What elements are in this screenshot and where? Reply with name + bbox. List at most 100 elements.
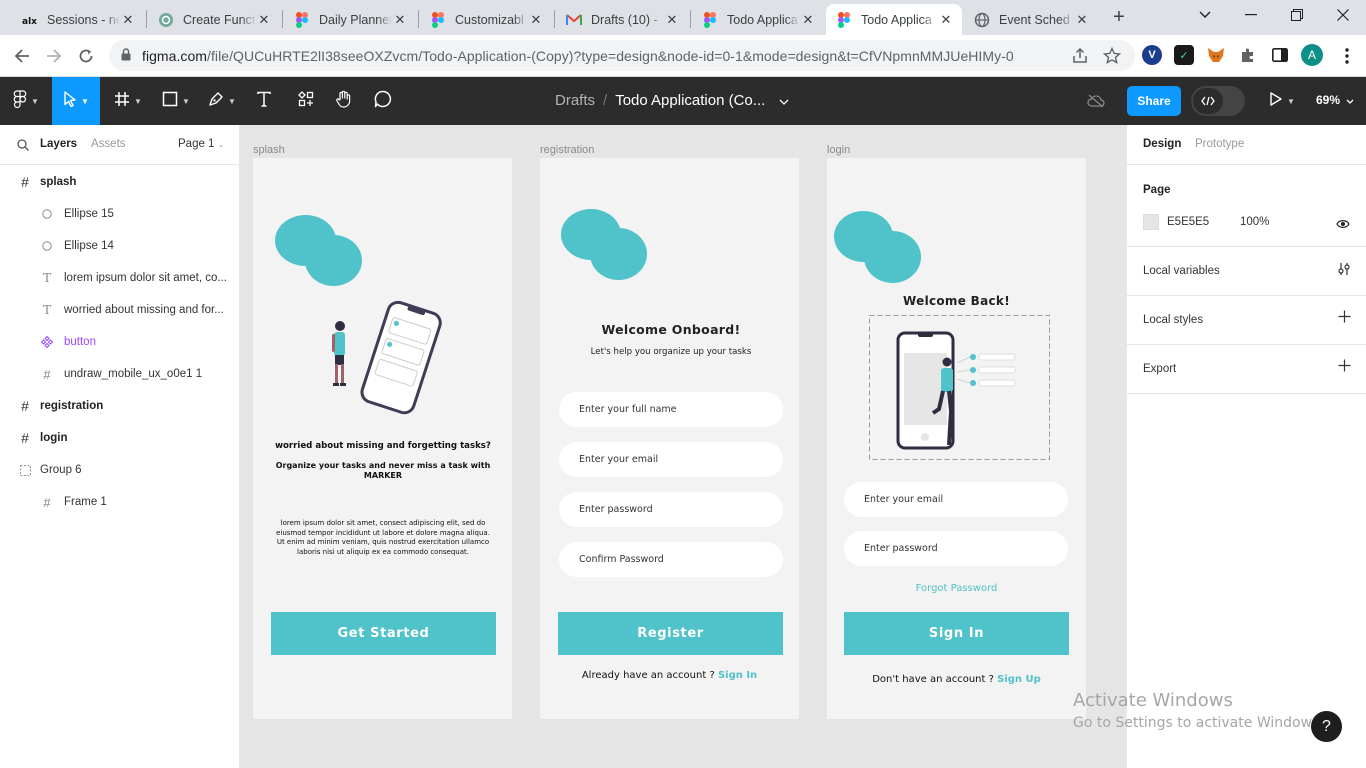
- move-tool-button[interactable]: ▼: [52, 77, 100, 125]
- confirm-password-field[interactable]: Confirm Password: [559, 542, 783, 577]
- register-button[interactable]: Register: [558, 612, 783, 655]
- full-name-field[interactable]: Enter your full name: [559, 392, 783, 427]
- bookmark-star-icon[interactable]: [1102, 46, 1122, 65]
- plus-icon[interactable]: [1338, 310, 1351, 328]
- close-window-icon[interactable]: [1320, 0, 1366, 30]
- login-title[interactable]: Welcome Back!: [827, 294, 1086, 308]
- layer-row-frame-1[interactable]: # Frame 1: [0, 486, 240, 518]
- registration-title[interactable]: Welcome Onboard!: [540, 322, 802, 337]
- layer-row-worried-text[interactable]: T worried about missing and for...: [0, 294, 240, 326]
- layer-row-ellipse-14[interactable]: Ellipse 14: [0, 230, 240, 262]
- browser-tab[interactable]: alx Sessions - ne ✕: [12, 4, 144, 35]
- pen-tool-button[interactable]: ▼: [202, 77, 242, 125]
- layer-row-ellipse-15[interactable]: Ellipse 15: [0, 198, 240, 230]
- close-icon[interactable]: ✕: [664, 12, 680, 28]
- ellipse-blob[interactable]: [590, 228, 647, 280]
- reload-icon[interactable]: [73, 43, 99, 69]
- browser-tab[interactable]: Drafts (10) - ✕: [556, 4, 688, 35]
- close-icon[interactable]: ✕: [120, 12, 136, 28]
- local-styles-section[interactable]: Local styles: [1127, 296, 1366, 345]
- ellipse-blob[interactable]: [864, 231, 921, 283]
- green-extension-icon[interactable]: ✓: [1174, 45, 1194, 65]
- search-icon[interactable]: [17, 138, 29, 156]
- frame-tool-button[interactable]: ▼: [108, 77, 148, 125]
- browser-tab[interactable]: Customizabl ✕: [420, 4, 552, 35]
- layer-row-login[interactable]: # login: [0, 422, 240, 454]
- metamask-fox-icon[interactable]: [1206, 45, 1226, 65]
- sliders-icon[interactable]: [1337, 262, 1351, 281]
- plus-icon[interactable]: [1338, 359, 1351, 377]
- tab-prototype[interactable]: Prototype: [1195, 138, 1244, 150]
- close-icon[interactable]: ✕: [256, 12, 272, 28]
- close-icon[interactable]: ✕: [938, 12, 954, 28]
- minimize-icon[interactable]: [1228, 0, 1274, 30]
- ellipse-14[interactable]: [305, 235, 362, 286]
- extensions-puzzle-icon[interactable]: [1238, 45, 1258, 65]
- browser-menu-icon[interactable]: [1334, 43, 1360, 69]
- chevron-down-icon[interactable]: [779, 92, 789, 109]
- back-icon[interactable]: [9, 43, 35, 69]
- design-canvas[interactable]: splash worried about missing and forgett: [240, 125, 1126, 768]
- layer-row-group-6[interactable]: Group 6: [0, 454, 240, 486]
- mobile-ux-illustration[interactable]: [313, 300, 447, 424]
- layer-row-registration[interactable]: # registration: [0, 390, 240, 422]
- splash-subheadline[interactable]: Organize your tasks and never miss a tas…: [268, 461, 498, 481]
- main-menu-button[interactable]: ▼: [8, 77, 44, 125]
- get-started-button[interactable]: Get Started: [271, 612, 496, 655]
- forgot-password-link[interactable]: Forgot Password: [827, 583, 1086, 594]
- password-field[interactable]: Enter password: [559, 492, 783, 527]
- page-selector[interactable]: Page 1 ⌄: [178, 138, 224, 150]
- restore-icon[interactable]: [1274, 0, 1320, 30]
- close-icon[interactable]: ✕: [800, 12, 816, 28]
- file-title[interactable]: Todo Application (Co...: [615, 92, 765, 109]
- close-icon[interactable]: ✕: [528, 12, 544, 28]
- sign-up-link[interactable]: Sign Up: [997, 674, 1041, 685]
- tab-search-icon[interactable]: [1182, 0, 1228, 30]
- help-button[interactable]: ?: [1311, 711, 1342, 742]
- present-button[interactable]: ▼: [1262, 77, 1302, 125]
- profile-avatar[interactable]: A: [1301, 44, 1323, 66]
- resources-button[interactable]: [294, 77, 318, 125]
- sign-in-link[interactable]: Sign In: [718, 670, 757, 681]
- browser-tab[interactable]: Event Sched ✕: [964, 4, 1098, 35]
- share-page-icon[interactable]: [1071, 47, 1089, 65]
- layer-row-lorem-text[interactable]: T lorem ipsum dolor sit amet, co...: [0, 262, 240, 294]
- splash-headline[interactable]: worried about missing and forgetting tas…: [268, 441, 498, 451]
- export-section[interactable]: Export: [1127, 345, 1366, 394]
- tab-design[interactable]: Design: [1143, 138, 1181, 150]
- sign-in-button[interactable]: Sign In: [844, 612, 1069, 655]
- comment-tool-button[interactable]: [371, 77, 395, 125]
- login-illustration[interactable]: [869, 315, 1050, 460]
- browser-tab[interactable]: Create Funct ✕: [148, 4, 280, 35]
- registration-subtitle[interactable]: Let's help you organize up your tasks: [540, 347, 802, 357]
- share-button[interactable]: Share: [1127, 86, 1181, 116]
- layer-row-undraw[interactable]: # undraw_mobile_ux_o0e1 1: [0, 358, 240, 390]
- browser-tab[interactable]: Todo Applica ✕: [692, 4, 824, 35]
- frame-label-splash[interactable]: splash: [253, 144, 285, 156]
- login-password-field[interactable]: Enter password: [844, 531, 1068, 566]
- login-email-field[interactable]: Enter your email: [844, 482, 1068, 517]
- layer-row-button[interactable]: button: [0, 326, 240, 358]
- close-icon[interactable]: ✕: [392, 12, 408, 28]
- tab-assets[interactable]: Assets: [91, 138, 126, 150]
- close-icon[interactable]: ✕: [1074, 12, 1090, 28]
- browser-tab[interactable]: Daily Planner ✕: [284, 4, 416, 35]
- shape-tool-button[interactable]: ▼: [156, 77, 196, 125]
- new-tab-icon[interactable]: +: [1108, 6, 1130, 28]
- zoom-menu[interactable]: 69%: [1316, 93, 1354, 107]
- frame-label-login[interactable]: login: [827, 144, 850, 156]
- login-frame[interactable]: Welcome Back! Enter your email Enter pas…: [827, 158, 1086, 719]
- registration-frame[interactable]: Welcome Onboard! Let's help you organize…: [540, 158, 799, 719]
- splash-frame[interactable]: worried about missing and forgetting tas…: [253, 158, 512, 719]
- forward-icon[interactable]: [41, 43, 67, 69]
- text-tool-button[interactable]: [252, 77, 276, 125]
- tab-layers[interactable]: Layers: [40, 138, 77, 150]
- side-panel-icon[interactable]: [1270, 45, 1290, 65]
- browser-tab-active[interactable]: Todo Applica ✕: [826, 4, 962, 35]
- hand-tool-button[interactable]: [332, 77, 356, 125]
- layer-row-splash[interactable]: # splash: [0, 166, 240, 198]
- url-bar[interactable]: figma.com/file/QUCuHRTE2lI38seeOXZvcm/To…: [109, 40, 1135, 71]
- vpn-extension-icon[interactable]: V: [1142, 45, 1162, 65]
- breadcrumb-drafts[interactable]: Drafts: [555, 92, 595, 109]
- splash-body-text[interactable]: lorem ipsum dolor sit amet, consect adip…: [273, 519, 493, 557]
